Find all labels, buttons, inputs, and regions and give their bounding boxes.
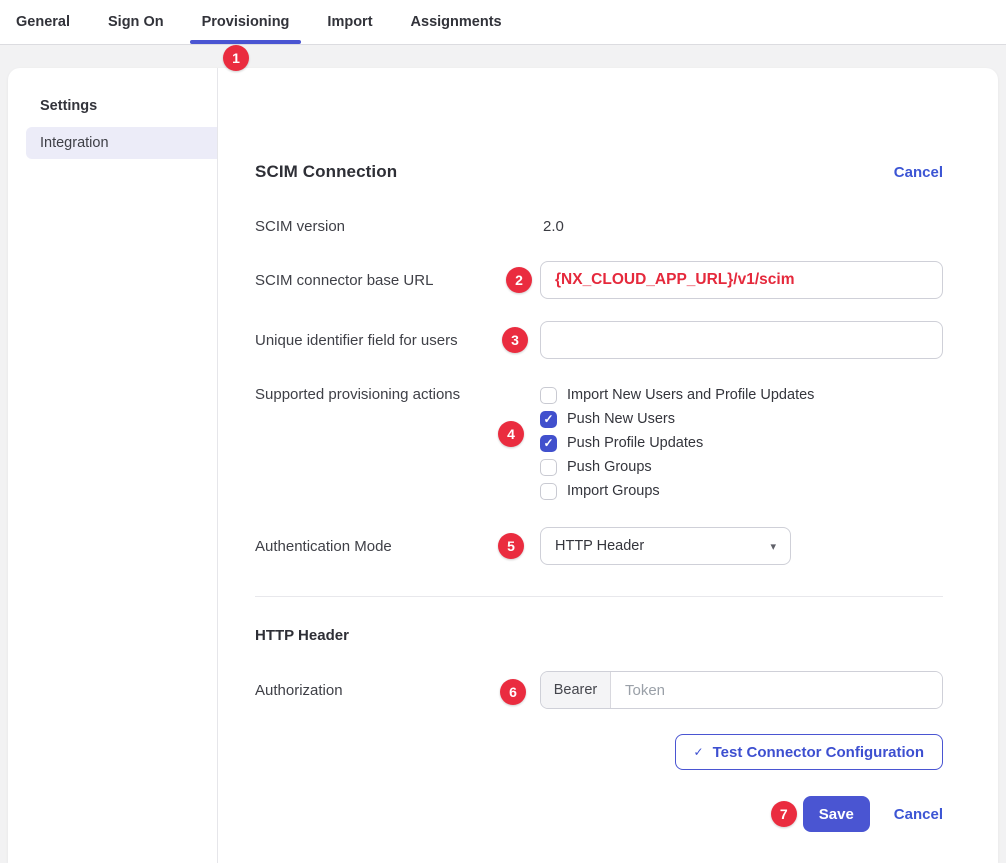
sidebar-heading: Settings bbox=[8, 98, 217, 114]
provisioning-actions-label: Supported provisioning actions bbox=[255, 383, 540, 407]
header-cancel-link[interactable]: Cancel bbox=[894, 164, 943, 181]
tab-general[interactable]: General bbox=[16, 0, 70, 44]
checkbox-import-new-users[interactable]: ✓ Import New Users and Profile Updates bbox=[540, 383, 943, 407]
checkbox[interactable]: ✓ bbox=[540, 435, 557, 452]
footer-cancel-link[interactable]: Cancel bbox=[894, 806, 943, 823]
unique-identifier-row: Unique identifier field for users 3 bbox=[255, 321, 943, 359]
annotation-badge-3: 3 bbox=[502, 327, 528, 353]
checkbox[interactable]: ✓ bbox=[540, 459, 557, 476]
token-input[interactable] bbox=[611, 672, 942, 708]
sidebar-item-label: Integration bbox=[40, 135, 109, 151]
unique-identifier-input[interactable] bbox=[540, 321, 943, 359]
scim-version-label: SCIM version bbox=[255, 218, 540, 235]
checkbox[interactable]: ✓ bbox=[540, 387, 557, 404]
tab-sign-on[interactable]: Sign On bbox=[108, 0, 164, 44]
annotation-badge-7: 7 bbox=[771, 801, 797, 827]
base-url-input[interactable] bbox=[540, 261, 943, 299]
authorization-row: Authorization Bearer 6 bbox=[255, 671, 943, 709]
settings-sidebar: Settings Integration bbox=[8, 68, 218, 863]
provisioning-actions-row: Supported provisioning actions ✓ Import … bbox=[255, 383, 943, 503]
save-button[interactable]: Save bbox=[803, 796, 870, 832]
authentication-mode-select[interactable]: HTTP Header ▾ bbox=[540, 527, 791, 565]
tab-import[interactable]: Import bbox=[327, 0, 372, 44]
checkbox-push-profile-updates[interactable]: ✓ Push Profile Updates bbox=[540, 431, 943, 455]
app-tab-bar: General Sign On Provisioning Import Assi… bbox=[0, 0, 1006, 45]
annotation-badge-1: 1 bbox=[223, 45, 249, 71]
annotation-badge-2: 2 bbox=[506, 267, 532, 293]
authorization-input-group: Bearer bbox=[540, 671, 943, 709]
bearer-prefix: Bearer bbox=[541, 672, 611, 708]
annotation-badge-4: 4 bbox=[498, 421, 524, 447]
checkbox[interactable]: ✓ bbox=[540, 411, 557, 428]
tab-provisioning[interactable]: Provisioning bbox=[202, 0, 290, 44]
check-icon: ✓ bbox=[543, 413, 553, 425]
annotation-badge-6: 6 bbox=[500, 679, 526, 705]
scim-version-row: SCIM version 2.0 bbox=[255, 216, 943, 236]
provisioning-actions-group: ✓ Import New Users and Profile Updates ✓… bbox=[540, 383, 943, 503]
check-icon: ✓ bbox=[543, 437, 553, 449]
checkbox-import-groups[interactable]: ✓ Import Groups bbox=[540, 479, 943, 503]
section-divider bbox=[255, 596, 943, 597]
base-url-label: SCIM connector base URL bbox=[255, 272, 540, 289]
test-connector-button[interactable]: ✓ Test Connector Configuration bbox=[675, 734, 943, 770]
checkbox-push-new-users[interactable]: ✓ Push New Users bbox=[540, 407, 943, 431]
provisioning-settings-card: Settings Integration SCIM Connection Can… bbox=[8, 68, 998, 863]
scim-connection-form: SCIM Connection Cancel SCIM version 2.0 … bbox=[218, 68, 998, 863]
checkbox[interactable]: ✓ bbox=[540, 483, 557, 500]
tab-assignments[interactable]: Assignments bbox=[411, 0, 502, 44]
authorization-label: Authorization bbox=[255, 682, 540, 699]
sidebar-item-integration[interactable]: Integration bbox=[26, 127, 217, 159]
check-icon: ✓ bbox=[694, 745, 704, 759]
authentication-mode-row: Authentication Mode HTTP Header ▾ 5 bbox=[255, 527, 943, 565]
unique-identifier-label: Unique identifier field for users bbox=[255, 332, 540, 349]
scim-version-value: 2.0 bbox=[540, 218, 943, 235]
page-title: SCIM Connection bbox=[255, 162, 397, 182]
chevron-down-icon: ▾ bbox=[770, 540, 776, 553]
annotation-badge-5: 5 bbox=[498, 533, 524, 559]
checkbox-push-groups[interactable]: ✓ Push Groups bbox=[540, 455, 943, 479]
base-url-row: SCIM connector base URL 2 bbox=[255, 261, 943, 299]
http-header-section-title: HTTP Header bbox=[255, 627, 943, 647]
